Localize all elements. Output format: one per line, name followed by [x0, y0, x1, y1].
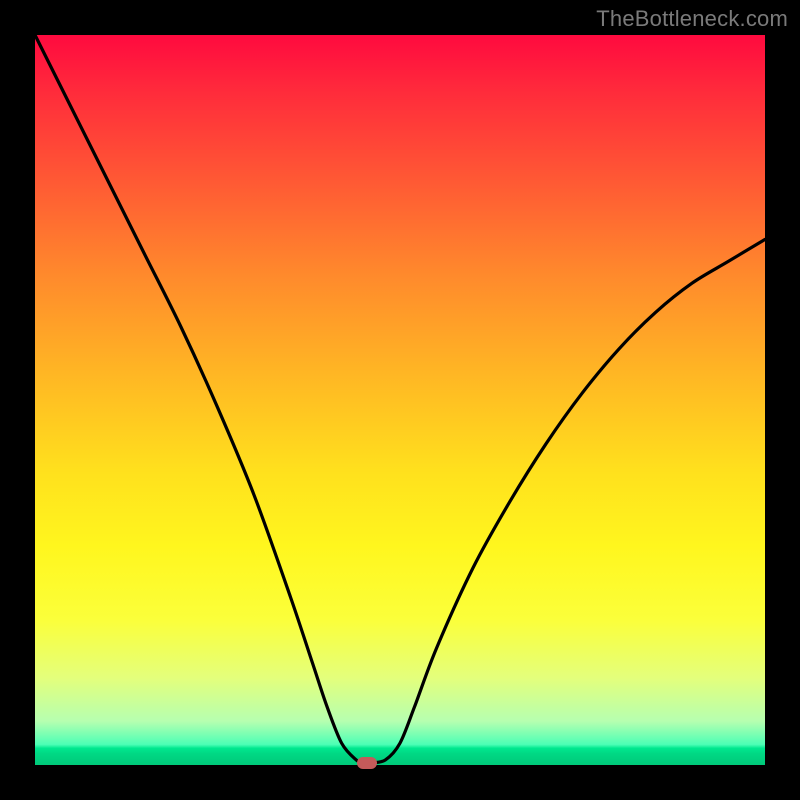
optimum-marker	[357, 757, 377, 769]
watermark-text: TheBottleneck.com	[596, 6, 788, 32]
plot-area	[35, 35, 765, 765]
chart-frame: TheBottleneck.com	[0, 0, 800, 800]
bottleneck-curve	[35, 35, 765, 765]
